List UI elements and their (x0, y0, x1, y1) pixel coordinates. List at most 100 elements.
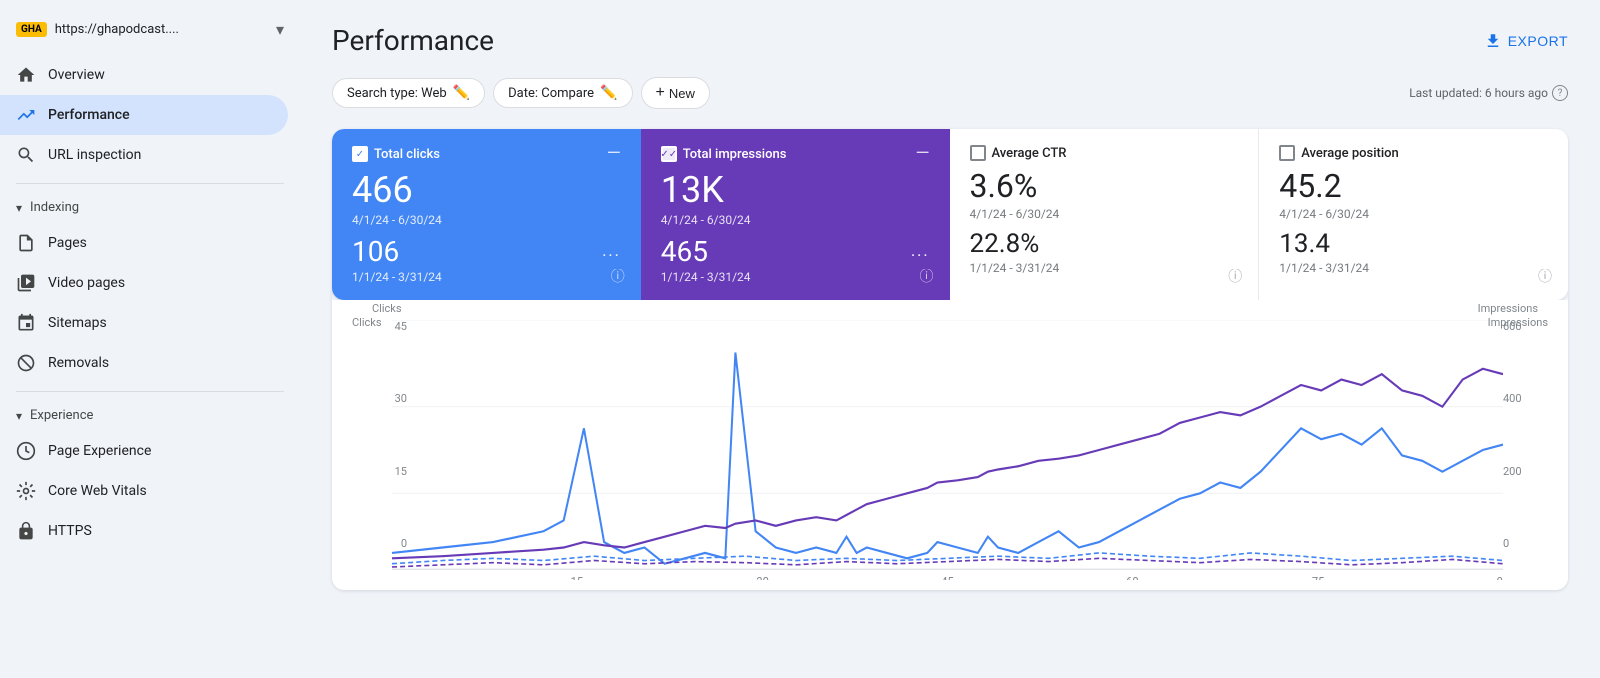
last-updated-text: Last updated: 6 hours ago (1409, 86, 1548, 100)
avg-position-value: 45.2 (1279, 167, 1548, 205)
search-icon (16, 145, 36, 165)
sidebar-label-page-experience: Page Experience (48, 443, 151, 459)
total-clicks-date1: 4/1/24 - 6/30/24 (352, 213, 621, 227)
nav-divider-2 (16, 391, 284, 392)
total-impressions-checkbox[interactable]: ✓ (661, 146, 677, 162)
sidebar-label-sitemaps: Sitemaps (48, 315, 107, 331)
search-type-label: Search type: Web (347, 86, 447, 101)
export-button[interactable]: EXPORT (1484, 32, 1568, 50)
main-content: Performance EXPORT Search type: Web ✏️ D… (300, 0, 1600, 678)
chart-container: Clicks 45 30 15 0 Impressions 600 400 20… (332, 300, 1568, 590)
metric-card-total-impressions[interactable]: ✓ Total impressions — 13K 4/1/24 - 6/30/… (641, 129, 950, 300)
svg-text:45: 45 (941, 574, 954, 580)
metric-card-total-clicks[interactable]: Total clicks — 466 4/1/24 - 6/30/24 106 … (332, 129, 641, 300)
avg-position-date1: 4/1/24 - 6/30/24 (1279, 207, 1548, 221)
core-web-vitals-icon (16, 481, 36, 501)
sidebar-item-sitemaps[interactable]: Sitemaps (0, 303, 288, 343)
indexing-section-header[interactable]: ▾ Indexing (0, 192, 300, 223)
total-impressions-date2: 1/1/24 - 3/31/24 (661, 270, 751, 284)
date-filter[interactable]: Date: Compare ✏️ (493, 78, 632, 108)
avg-ctr-info-icon[interactable]: ⓘ (1228, 266, 1242, 286)
avg-position-info-icon[interactable]: ⓘ (1538, 266, 1552, 286)
total-impressions-date1: 4/1/24 - 6/30/24 (661, 213, 930, 227)
new-button[interactable]: + New (641, 77, 710, 109)
performance-chart: 15 30 45 60 75 90 (392, 320, 1503, 580)
svg-text:75: 75 (1312, 574, 1325, 580)
experience-collapse-icon: ▾ (16, 409, 22, 423)
sidebar-item-video-pages[interactable]: Video pages (0, 263, 288, 303)
sidebar-item-pages[interactable]: Pages (0, 223, 288, 263)
new-plus-icon: + (656, 84, 665, 102)
export-icon (1484, 32, 1502, 50)
export-label: EXPORT (1508, 33, 1568, 49)
sidebar: GHA https://ghapodcast.... ▾ Overview Pe… (0, 0, 300, 678)
new-label: New (669, 86, 695, 101)
sidebar-label-video-pages: Video pages (48, 275, 125, 291)
video-icon (16, 273, 36, 293)
total-clicks-info-icon[interactable]: ⓘ (611, 266, 625, 286)
removals-icon (16, 353, 36, 373)
metric-card-avg-position[interactable]: Average position 45.2 4/1/24 - 6/30/24 1… (1259, 129, 1568, 300)
page-experience-icon (16, 441, 36, 461)
y-left-label: Clicks (372, 302, 402, 315)
chart-wrapper: Clicks 45 30 15 0 Impressions 600 400 20… (352, 320, 1548, 580)
sidebar-item-performance[interactable]: Performance (0, 95, 288, 135)
sidebar-item-overview[interactable]: Overview (0, 55, 288, 95)
avg-position-checkbox[interactable] (1279, 145, 1295, 161)
sidebar-item-url-inspection[interactable]: URL inspection (0, 135, 288, 175)
avg-position-secondary: 13.4 (1279, 229, 1548, 259)
avg-position-date2: 1/1/24 - 3/31/24 (1279, 261, 1548, 275)
svg-text:90: 90 (1497, 574, 1503, 580)
pages-icon (16, 233, 36, 253)
search-type-edit-icon: ✏️ (453, 85, 470, 101)
avg-ctr-secondary: 22.8% (970, 229, 1239, 259)
search-type-filter[interactable]: Search type: Web ✏️ (332, 78, 485, 108)
svg-text:15: 15 (571, 574, 584, 580)
trending-up-icon (16, 105, 36, 125)
total-clicks-date2: 1/1/24 - 3/31/24 (352, 270, 442, 284)
total-impressions-minus-icon[interactable]: — (915, 145, 929, 163)
sidebar-label-pages: Pages (48, 235, 87, 251)
total-clicks-value: 466 (352, 169, 621, 211)
date-edit-icon: ✏️ (600, 85, 617, 101)
total-clicks-minus-icon[interactable]: — (607, 145, 621, 163)
site-url: https://ghapodcast.... (55, 22, 268, 37)
page-header: Performance EXPORT (332, 24, 1568, 57)
sidebar-label-overview: Overview (48, 67, 105, 83)
metric-card-avg-ctr[interactable]: Average CTR 3.6% 4/1/24 - 6/30/24 22.8% … (950, 129, 1260, 300)
sidebar-item-https[interactable]: HTTPS (0, 511, 288, 551)
sidebar-label-removals: Removals (48, 355, 109, 371)
y-right-label: Impressions (1478, 302, 1538, 315)
svg-text:60: 60 (1126, 574, 1138, 580)
sidebar-item-page-experience[interactable]: Page Experience (0, 431, 288, 471)
total-impressions-info-icon[interactable]: ⓘ (920, 266, 934, 286)
total-impressions-dots-icon[interactable]: ··· (911, 246, 930, 265)
collapse-arrow-icon: ▾ (16, 201, 22, 215)
clicks-axis-label: Clicks (352, 316, 382, 329)
site-selector[interactable]: GHA https://ghapodcast.... ▾ (0, 12, 300, 55)
site-badge: GHA (16, 22, 47, 37)
total-clicks-dots-icon[interactable]: ··· (602, 246, 621, 265)
sidebar-label-url-inspection: URL inspection (48, 147, 141, 163)
avg-ctr-checkbox[interactable] (970, 145, 986, 161)
y-axis-left: Clicks 45 30 15 0 (372, 320, 407, 550)
experience-section-label: Experience (30, 408, 93, 423)
toolbar: Search type: Web ✏️ Date: Compare ✏️ + N… (332, 77, 1568, 109)
avg-ctr-date2: 1/1/24 - 3/31/24 (970, 261, 1239, 275)
avg-ctr-date1: 4/1/24 - 6/30/24 (970, 207, 1239, 221)
last-updated: Last updated: 6 hours ago ? (1409, 85, 1568, 101)
sidebar-item-core-web-vitals[interactable]: Core Web Vitals (0, 471, 288, 511)
total-clicks-checkbox[interactable] (352, 146, 368, 162)
total-clicks-secondary: 106 (352, 235, 442, 268)
site-chevron-icon: ▾ (276, 20, 284, 39)
date-label: Date: Compare (508, 86, 594, 101)
nav-divider-1 (16, 183, 284, 184)
y-axis-right: Impressions 600 400 200 0 (1503, 320, 1538, 550)
avg-ctr-label: Average CTR (992, 146, 1067, 161)
experience-section-header[interactable]: ▾ Experience (0, 400, 300, 431)
page-title: Performance (332, 24, 494, 57)
metrics-row: Total clicks — 466 4/1/24 - 6/30/24 106 … (332, 129, 1568, 300)
lock-icon (16, 521, 36, 541)
sidebar-label-performance: Performance (48, 107, 130, 123)
sidebar-item-removals[interactable]: Removals (0, 343, 288, 383)
